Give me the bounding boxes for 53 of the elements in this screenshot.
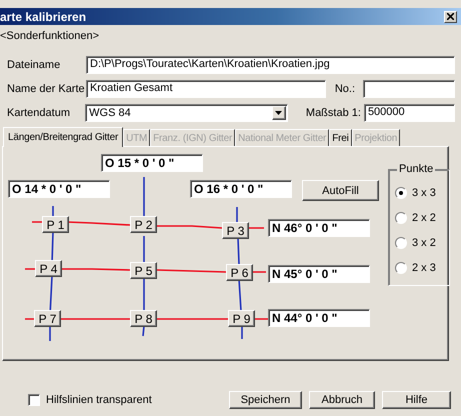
radio-button[interactable] (395, 212, 407, 224)
close-button[interactable] (444, 10, 457, 22)
point-button[interactable]: P 5 (130, 262, 157, 279)
dropdown-value: WGS 84 (89, 107, 131, 119)
dialog-button[interactable]: Abbruch (309, 391, 375, 409)
radio-option[interactable]: 3 x 3 (395, 187, 436, 199)
scale-field[interactable]: 500000 (364, 104, 455, 122)
menu-item[interactable]: <Sonderfunktionen> (0, 25, 461, 47)
file-name-field[interactable]: D:\P\Progs\Touratec\Karten\Kroatien\Kroatien.jpg (86, 56, 455, 74)
longitude-field[interactable]: O 14 * 0 ' 0 " (8, 180, 110, 198)
option-label: 2 x 3 (412, 262, 436, 274)
field-label: Name der Karte (7, 83, 86, 95)
point-button[interactable]: P 4 (35, 260, 62, 277)
longitude-field[interactable]: O 16 * 0 ' 0 " (190, 180, 292, 198)
tab[interactable]: Längen/Breitengrad Gitter (3, 127, 124, 147)
dropdown-button[interactable] (272, 106, 286, 120)
field-label: Maßstab 1: (306, 107, 361, 119)
checkbox-label: Hilfslinien transparent (46, 394, 152, 406)
latitude-field[interactable]: N 44° 0 ' 0 " (268, 309, 370, 327)
autofill-button[interactable]: AutoFill (302, 180, 379, 201)
field-label: No.: (334, 83, 356, 95)
point-button[interactable]: P 6 (226, 264, 253, 281)
dialog-button[interactable]: Speichern (229, 391, 302, 409)
close-icon (447, 13, 454, 20)
radio-option[interactable]: 2 x 2 (395, 212, 436, 224)
point-button[interactable]: P 2 (130, 216, 157, 233)
radio-button[interactable] (395, 262, 407, 274)
latitude-field[interactable]: N 46° 0 ' 0 " (268, 219, 370, 237)
number-field[interactable] (363, 80, 455, 98)
radio-option[interactable]: 2 x 3 (395, 262, 436, 274)
point-button[interactable]: P 8 (130, 310, 157, 327)
tab[interactable]: Frei (329, 129, 352, 146)
window-title: arte kalibrieren (0, 10, 86, 24)
datum-dropdown[interactable]: WGS 84 (85, 104, 288, 122)
field-label: Dateiname (7, 59, 62, 71)
option-label: 2 x 2 (412, 212, 436, 224)
longitude-field[interactable]: O 15 * 0 ' 0 " (101, 154, 203, 172)
point-button[interactable]: P 7 (34, 310, 61, 327)
dropdown-arrow-icon (275, 111, 282, 115)
option-label: 3 x 3 (412, 187, 436, 199)
radio-option[interactable]: 3 x 2 (395, 237, 436, 249)
checkbox[interactable] (28, 394, 40, 406)
option-label: 3 x 2 (412, 237, 436, 249)
point-button[interactable]: P 1 (42, 216, 69, 233)
dialog-button[interactable]: Hilfe (382, 391, 451, 409)
radio-button[interactable] (395, 237, 407, 249)
latitude-field[interactable]: N 45° 0 ' 0 " (268, 265, 370, 283)
radio-button[interactable] (395, 187, 407, 199)
point-button[interactable]: P 9 (228, 310, 255, 327)
field-label: Kartendatum (7, 107, 71, 119)
group-title: Punkte (397, 163, 436, 175)
map-name-field[interactable]: Kroatien Gesamt (86, 80, 326, 98)
point-button[interactable]: P 3 (222, 222, 249, 239)
